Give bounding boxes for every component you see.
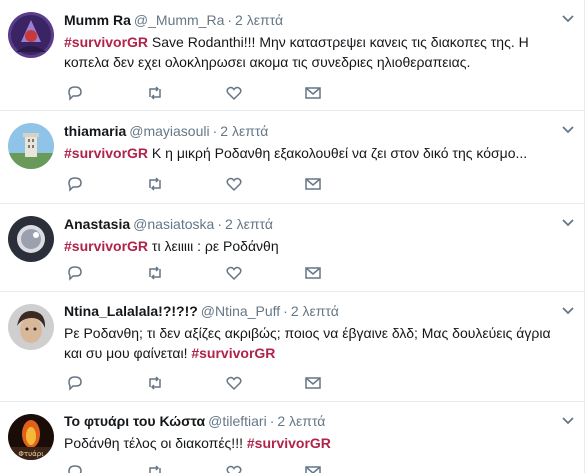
chevron-down-icon[interactable] — [561, 416, 575, 426]
chevron-down-icon[interactable] — [561, 14, 575, 24]
hashtag-link[interactable]: #survivorGR — [191, 345, 275, 361]
hashtag-link[interactable]: #survivorGR — [64, 145, 148, 161]
separator-dot: · — [269, 413, 275, 429]
text-span: Κ η μικρή Ροδανθη εξακολουθεί να ζει στο… — [148, 145, 528, 161]
tweet-header: thiamaria @mayiasouli · 2 λεπτά — [64, 121, 573, 141]
display-name[interactable]: Mumm Ra — [64, 12, 131, 28]
retweet-icon[interactable] — [146, 374, 164, 392]
user-handle[interactable]: @mayiasouli — [129, 123, 209, 139]
avatar[interactable] — [8, 304, 54, 350]
separator-dot: · — [283, 303, 288, 319]
tweet-header: Ntina_Lalalala!?!?!? @Ntina_Puff · 2 λεπτά — [64, 301, 573, 321]
display-name[interactable]: Anastasia — [64, 216, 130, 232]
tweet-actions — [66, 175, 336, 193]
retweet-icon[interactable] — [146, 264, 164, 282]
separator-dot: · — [227, 12, 233, 28]
text-span: Ροδάνθη τέλος οι διακοπές!!! — [64, 435, 247, 451]
tweet-actions — [66, 264, 336, 282]
timestamp[interactable]: 2 λεπτά — [220, 123, 268, 139]
tweet[interactable]: Φτυάρι Το φτυάρι του Κώστα @tileftiari · 2 … — [0, 402, 585, 473]
display-name[interactable]: Ntina_Lalalala!?!?!? — [64, 303, 198, 319]
message-icon[interactable] — [304, 463, 322, 473]
user-handle[interactable]: @Ntina_Puff — [201, 303, 280, 319]
timestamp[interactable]: 2 λεπτά — [235, 12, 283, 28]
timestamp[interactable]: 2 λεπτά — [277, 413, 325, 429]
chevron-down-icon[interactable] — [561, 218, 575, 228]
like-icon[interactable] — [225, 374, 243, 392]
message-icon[interactable] — [304, 175, 322, 193]
tweet-text: Ρε Ροδανθη; τι δεν αξίζες ακριβώς; ποιος… — [64, 323, 573, 343]
hashtag-link[interactable]: #survivorGR — [64, 238, 148, 254]
like-icon[interactable] — [225, 264, 243, 282]
text-span: Ρε Ροδανθη; τι δεν αξίζες ακριβώς; ποιος… — [64, 325, 551, 341]
tweet-header: Mumm Ra @_Mumm_Ra · 2 λεπτά — [64, 10, 573, 30]
tweet-text: #survivorGR Save Rodanthi!!! Μην καταστρ… — [64, 32, 573, 52]
timeline: Mumm Ra @_Mumm_Ra · 2 λεπτά #survivorGR Sav… — [0, 0, 585, 473]
tweet[interactable]: Anastasia @nasiatoska · 2 λεπτά #survivorGR… — [0, 204, 585, 292]
user-handle[interactable]: @_Mumm_Ra — [134, 12, 224, 28]
avatar-caption: Φτυάρι — [18, 450, 44, 458]
retweet-icon[interactable] — [146, 463, 164, 473]
separator-dot: · — [217, 216, 222, 232]
tweet-header: Το φτυάρι του Κώστα @tileftiari · 2 λεπτά — [64, 411, 573, 431]
tweet-actions — [66, 463, 336, 473]
tweet[interactable]: Ntina_Lalalala!?!?!? @Ntina_Puff · 2 λεπτά … — [0, 292, 585, 402]
reply-icon[interactable] — [66, 84, 84, 102]
chevron-down-icon[interactable] — [561, 306, 575, 316]
like-icon[interactable] — [225, 175, 243, 193]
text-span: Save Rodanthi!!! Μην καταστρεψει κανεις … — [148, 34, 529, 50]
tweet-text: #survivorGR Κ η μικρή Ροδανθη εξακολουθε… — [64, 143, 573, 163]
hashtag-link[interactable]: #survivorGR — [64, 34, 148, 50]
tweet-header: Anastasia @nasiatoska · 2 λεπτά — [64, 214, 573, 234]
message-icon[interactable] — [304, 374, 322, 392]
retweet-icon[interactable] — [146, 84, 164, 102]
hashtag-link[interactable]: #survivorGR — [247, 435, 331, 451]
like-icon[interactable] — [225, 463, 243, 473]
reply-icon[interactable] — [66, 264, 84, 282]
timestamp[interactable]: 2 λεπτά — [291, 303, 339, 319]
like-icon[interactable] — [225, 84, 243, 102]
tweet[interactable]: Mumm Ra @_Mumm_Ra · 2 λεπτά #survivorGR Sav… — [0, 0, 585, 111]
tweet[interactable]: thiamaria @mayiasouli · 2 λεπτά #survivorGR… — [0, 111, 585, 204]
message-icon[interactable] — [304, 84, 322, 102]
separator-dot: · — [212, 123, 218, 139]
display-name[interactable]: thiamaria — [64, 123, 126, 139]
avatar[interactable] — [8, 12, 54, 58]
text-span: κοπελα δεν εχει ολοκληρωσει ακομα τις συ… — [64, 54, 471, 70]
tweet-actions — [66, 374, 336, 392]
text-span: τι λειιιιι : ρε Ροδάνθη — [148, 238, 279, 254]
tweet-text: #survivorGR τι λειιιιι : ρε Ροδάνθη — [64, 236, 573, 256]
reply-icon[interactable] — [66, 374, 84, 392]
tweet-text: Ροδάνθη τέλος οι διακοπές!!! #survivorGR — [64, 433, 573, 453]
avatar[interactable] — [8, 123, 54, 169]
retweet-icon[interactable] — [146, 175, 164, 193]
avatar[interactable] — [8, 216, 54, 262]
reply-icon[interactable] — [66, 463, 84, 473]
tweet-text-line: και συ μου φαίνεται! #survivorGR — [64, 343, 573, 363]
message-icon[interactable] — [304, 264, 322, 282]
timestamp[interactable]: 2 λεπτά — [225, 216, 273, 232]
chevron-down-icon[interactable] — [561, 125, 575, 135]
tweet-text-line: κοπελα δεν εχει ολοκληρωσει ακομα τις συ… — [64, 52, 573, 72]
avatar[interactable]: Φτυάρι — [8, 414, 54, 460]
user-handle[interactable]: @nasiatoska — [133, 216, 214, 232]
tweet-actions — [66, 84, 336, 102]
display-name[interactable]: Το φτυάρι του Κώστα — [64, 413, 205, 429]
reply-icon[interactable] — [66, 175, 84, 193]
text-span: και συ μου φαίνεται! — [64, 345, 192, 361]
user-handle[interactable]: @tileftiari — [208, 413, 267, 429]
